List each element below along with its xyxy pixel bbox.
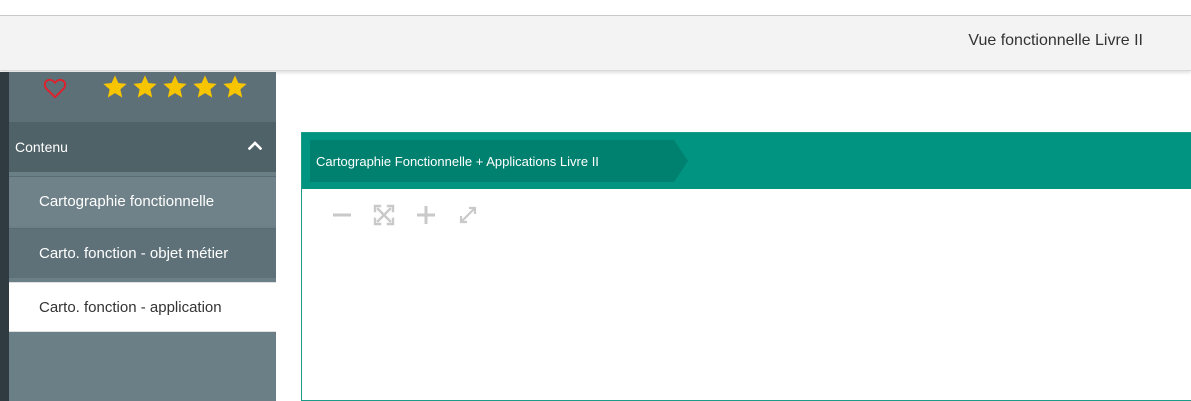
fit-to-screen-icon[interactable] (372, 203, 396, 227)
star-icon[interactable] (101, 73, 129, 101)
section-header-contenu[interactable]: Contenu (9, 122, 276, 172)
sidebar-item-carto-objet-metier[interactable]: Carto. fonction - objet métier (9, 228, 276, 278)
zoom-out-icon[interactable] (330, 203, 354, 227)
diagram-toolbar (330, 203, 480, 227)
heart-outline-icon[interactable] (42, 75, 68, 101)
panel-header: Cartographie Fonctionnelle + Application… (302, 133, 1191, 189)
sidebar-item-label: Cartographie fonctionnelle (39, 193, 215, 210)
star-icon[interactable] (221, 73, 249, 101)
sidebar-item-label: Carto. fonction - application (39, 299, 222, 316)
sidebar: Contenu Cartographie fonctionnelle Carto… (0, 72, 276, 401)
header-bar: Vue fonctionnelle Livre II (0, 16, 1191, 71)
diagram-panel: Cartographie Fonctionnelle + Application… (301, 132, 1191, 401)
zoom-in-icon[interactable] (414, 203, 438, 227)
sidebar-item-carto-application[interactable]: Carto. fonction - application (9, 282, 276, 332)
chevron-up-icon[interactable] (248, 140, 262, 150)
star-icon[interactable] (131, 73, 159, 101)
page-title: Vue fonctionnelle Livre II (968, 32, 1143, 49)
star-rating[interactable] (101, 73, 249, 101)
fullscreen-icon[interactable] (456, 203, 480, 227)
sidebar-item-label: Carto. fonction - objet métier (39, 245, 229, 262)
sidebar-item-cartographie-fonctionnelle[interactable]: Cartographie fonctionnelle (9, 176, 276, 226)
rating-row (9, 72, 276, 122)
top-strip (0, 0, 1191, 16)
star-icon[interactable] (161, 73, 189, 101)
breadcrumb-label: Cartographie Fonctionnelle + Application… (316, 154, 599, 169)
section-label: Contenu (15, 139, 68, 155)
star-icon[interactable] (191, 73, 219, 101)
